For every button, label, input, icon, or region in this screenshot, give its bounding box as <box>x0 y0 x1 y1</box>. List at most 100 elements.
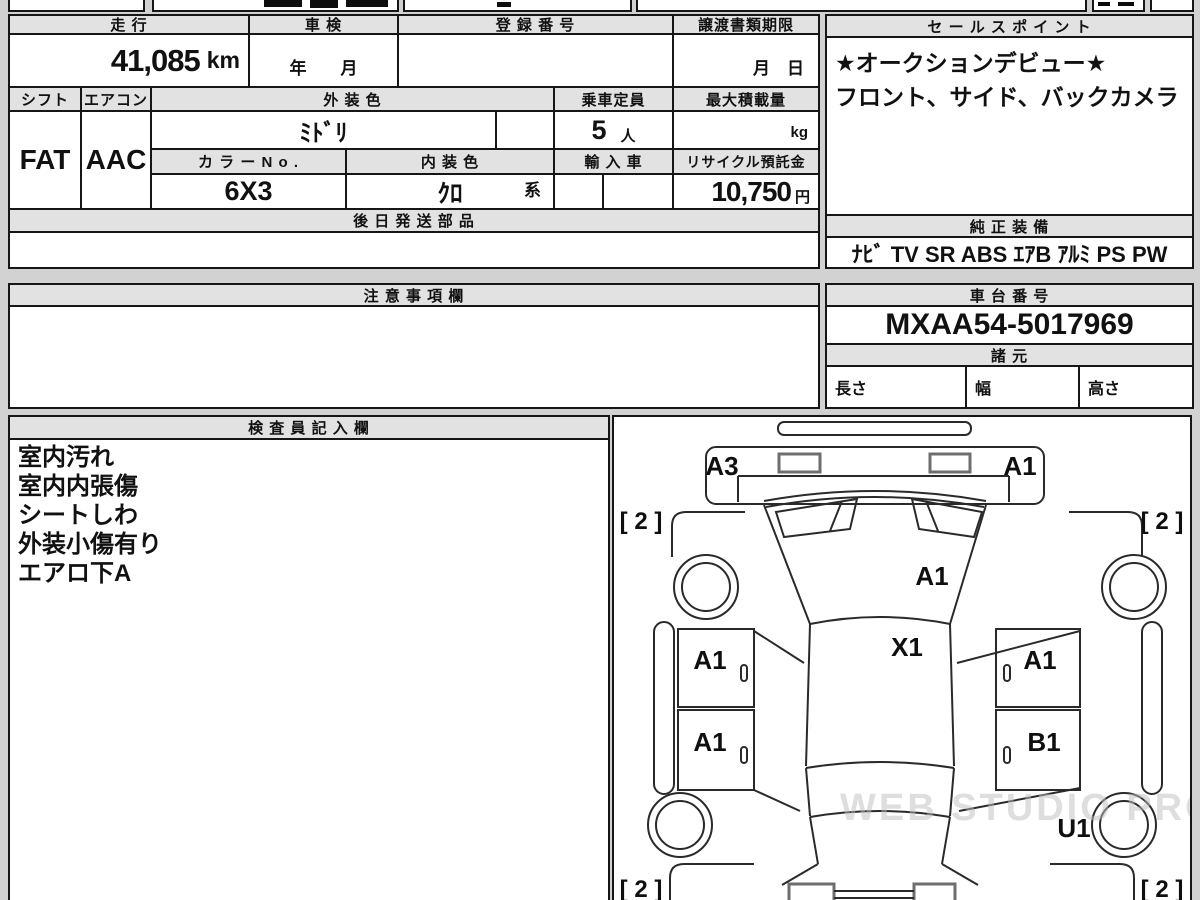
damage-marker-rear-left-corner: [ 2 ] <box>620 876 663 900</box>
inspector-note-line: 室内内張傷 <box>18 473 138 500</box>
shaken-header: 車 検 <box>248 14 399 35</box>
import-header: 輸 入 車 <box>553 148 674 175</box>
dimension-height-cell: 高さ <box>1078 365 1194 409</box>
cutoff-row-box <box>403 0 632 12</box>
capacity-header: 乗車定員 <box>553 86 674 112</box>
shift-value: FAT <box>8 110 82 210</box>
rear-bumper-left-piece <box>787 882 836 900</box>
exterior-color-header: 外 装 色 <box>150 86 555 112</box>
windshield <box>763 504 987 625</box>
capacity-value: 5 人 <box>553 110 674 150</box>
registration-value <box>397 33 674 88</box>
front-left-fender <box>671 511 745 557</box>
clipped-text-fragment <box>497 2 511 7</box>
license-plate-area <box>928 452 972 474</box>
inspector-note-line: シートしわ <box>18 502 138 529</box>
door-handle <box>740 664 748 682</box>
later-parts-value <box>8 231 820 269</box>
damage-marker-hood: A1 <box>915 561 948 591</box>
clipped-text-fragment <box>264 0 302 7</box>
damage-marker-rear-right-corner: [ 2 ] <box>1141 876 1184 900</box>
exterior-color-text: ﾐﾄﾞﾘ <box>299 119 348 147</box>
car-top-view-diagram: A3 A1 [ 2 ] [ 2 ] A1 X1 A1 A1 A1 B1 U1 [… <box>620 421 1184 900</box>
max-load-header: 最大積載量 <box>672 86 820 112</box>
clipped-text-fragment <box>1098 2 1110 6</box>
mileage-value: 41,085 km <box>8 33 250 88</box>
rear-right-wheel <box>1091 792 1157 858</box>
max-load-value: kg <box>672 110 820 150</box>
capacity-number: 5 <box>591 114 607 145</box>
transfer-deadline-value: 月 日 <box>672 33 820 88</box>
inspector-note-line: 室内汚れ <box>18 444 114 471</box>
exterior-color-extra-cell <box>495 110 555 150</box>
clipped-text-fragment <box>310 0 338 8</box>
sales-point-header: セ ー ル ス ポ イ ン ト <box>825 14 1194 38</box>
cutoff-row-box <box>8 0 145 12</box>
inspector-header: 検 査 員 記 入 欄 <box>8 415 610 440</box>
damage-marker-front-left-corner: [ 2 ] <box>620 508 663 535</box>
license-plate-area <box>777 452 822 474</box>
trunk <box>781 816 979 886</box>
dimension-length-cell: 長さ <box>825 365 967 409</box>
interior-color-suffix: 系 <box>524 181 541 200</box>
clipped-text-fragment <box>1118 2 1134 6</box>
aircon-value: AAC <box>80 110 152 210</box>
rear-bumper-right-piece <box>912 882 957 900</box>
interior-color-text: ｸﾛ <box>437 179 463 208</box>
shaken-value: 年 月 <box>248 33 399 88</box>
damage-marker-left-rear-door: A1 <box>693 727 726 757</box>
recycle-deposit-number: 10,750 <box>711 175 792 207</box>
door-handle <box>740 746 748 764</box>
interior-color-header: 内 装 色 <box>345 148 555 175</box>
color-no-text: 6X3 <box>224 176 273 206</box>
mileage-number: 41,085 <box>110 42 201 78</box>
rear-left-wheel <box>647 792 713 858</box>
dimensions-header: 諸 元 <box>825 343 1194 367</box>
front-bumper-strip <box>777 421 972 436</box>
color-no-header: カ ラ ー N o . <box>150 148 347 175</box>
sales-point-body: ★オークションデビュー★ フロント、サイド、バックカメラ <box>825 36 1194 216</box>
inspector-note-line: 外装小傷有り <box>18 531 162 558</box>
recycle-deposit-value: 10,750 円 <box>672 173 820 210</box>
mileage-unit: km <box>206 47 240 73</box>
equipment-header: 純 正 装 備 <box>825 214 1194 238</box>
damage-diagram-panel: A3 A1 [ 2 ] [ 2 ] A1 X1 A1 A1 A1 B1 U1 [… <box>612 415 1192 900</box>
dimension-width-cell: 幅 <box>965 365 1080 409</box>
shift-header: シフト <box>8 86 82 112</box>
sales-point-line: フロント、サイド、バックカメラ <box>835 84 1179 110</box>
rear-right-fender <box>1050 863 1135 900</box>
inspector-body: 室内汚れ 室内内張傷 シートしわ 外装小傷有り エアロ下A <box>8 438 610 900</box>
chassis-header: 車 台 番 号 <box>825 283 1194 307</box>
color-no-value: 6X3 <box>150 173 347 210</box>
clipped-text-fragment <box>346 0 388 7</box>
door-handle <box>1003 746 1011 764</box>
aircon-header: エアコン <box>80 86 152 112</box>
recycle-deposit-header: リサイクル預託金 <box>672 148 820 175</box>
left-sill <box>653 621 675 795</box>
transfer-deadline-header: 譲渡書類期限 <box>672 14 820 35</box>
interior-color-value: ｸﾛ 系 <box>345 173 555 210</box>
front-left-wheel <box>673 554 739 620</box>
door-handle <box>1003 664 1011 682</box>
capacity-unit: 人 <box>620 127 636 145</box>
caution-body <box>8 305 820 409</box>
damage-marker-front-bumper-right: A1 <box>1003 451 1036 481</box>
front-right-wheel <box>1101 554 1167 620</box>
sales-point-line: ★オークションデビュー★ <box>835 50 1107 76</box>
exterior-color-value: ﾐﾄﾞﾘ <box>150 110 497 150</box>
cutoff-row-box <box>636 0 1087 12</box>
later-parts-header: 後 日 発 送 部 品 <box>8 208 820 233</box>
damage-marker-left-front-door: A1 <box>693 645 726 675</box>
damage-marker-windshield: X1 <box>891 632 923 662</box>
damage-marker-front-bumper-left: A3 <box>705 451 738 481</box>
cutoff-row-box <box>1150 0 1194 12</box>
mileage-header: 走 行 <box>8 14 250 35</box>
damage-marker-rear-right-quarter: U1 <box>1057 813 1090 843</box>
chassis-value: MXAA54-5017969 <box>825 305 1194 345</box>
front-right-fender <box>1069 511 1143 557</box>
auction-sheet: 走 行 車 検 登 録 番 号 譲渡書類期限 41,085 km 年 月 月 日… <box>0 0 1200 900</box>
recycle-deposit-unit: 円 <box>794 189 810 206</box>
damage-marker-right-rear-door: B1 <box>1027 727 1060 757</box>
rear-window <box>805 767 955 818</box>
caution-header: 注 意 事 項 欄 <box>8 283 820 307</box>
